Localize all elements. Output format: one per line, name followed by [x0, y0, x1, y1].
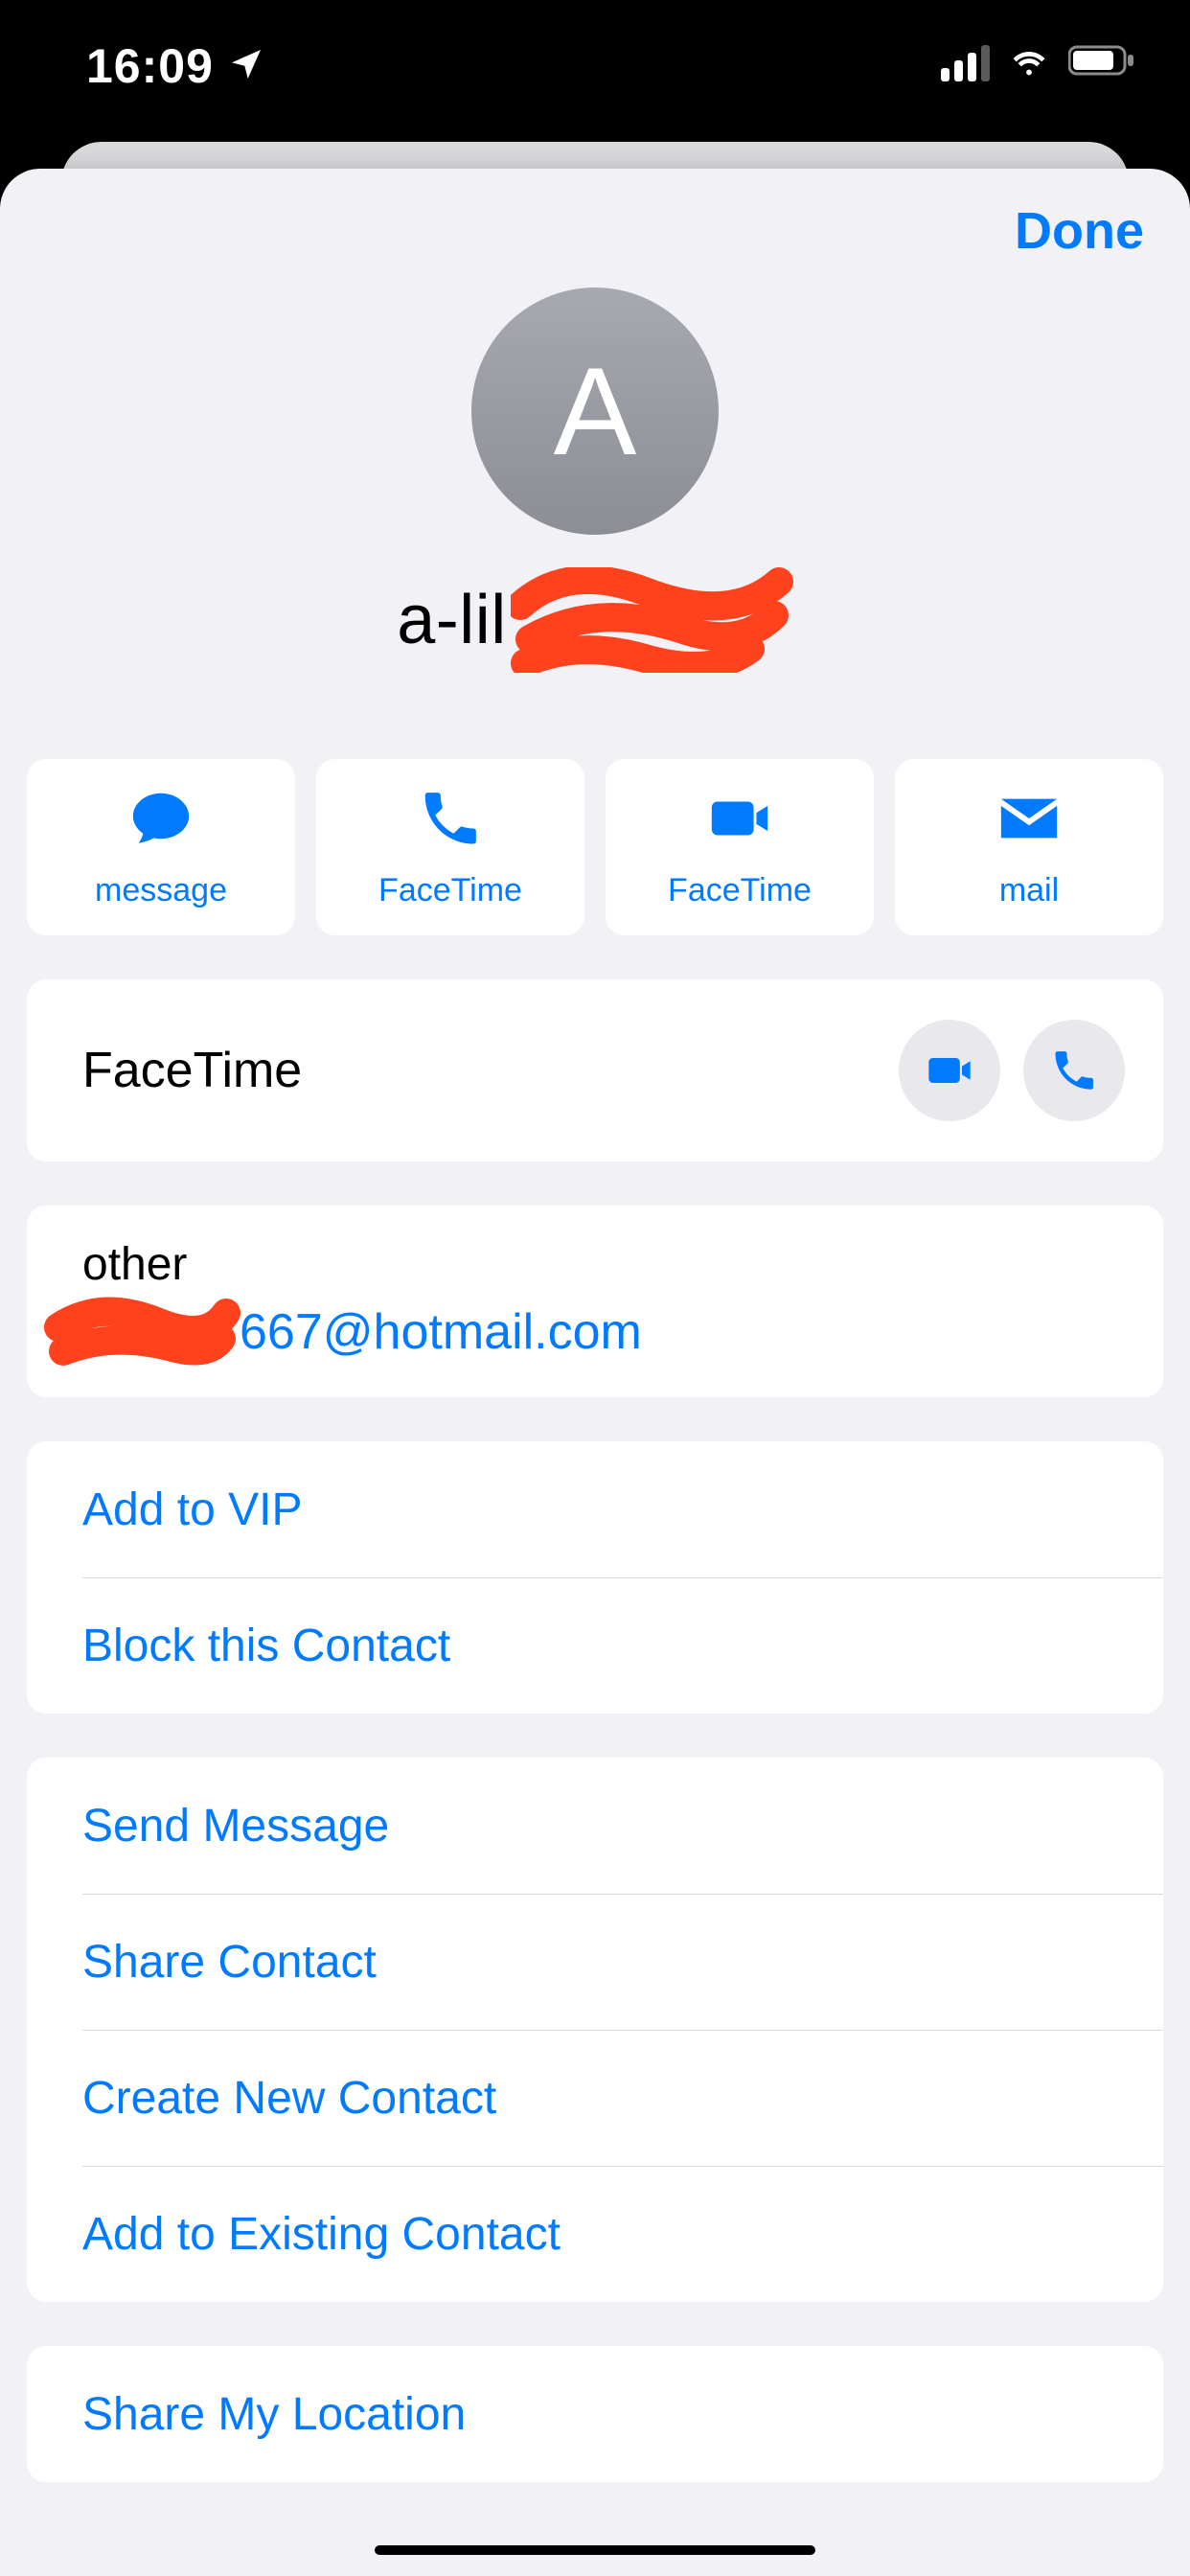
facetime-label: FaceTime	[82, 1042, 302, 1099]
email-redaction	[54, 1299, 236, 1366]
message-label: message	[95, 872, 227, 909]
message-button[interactable]: message	[27, 759, 295, 935]
actions-card: Send Message Share Contact Create New Co…	[27, 1758, 1163, 2302]
mail-label: mail	[999, 872, 1059, 909]
send-message-row[interactable]: Send Message	[27, 1758, 1163, 1894]
avatar-initial: A	[554, 339, 637, 483]
facetime-audio-call-button[interactable]	[1023, 1020, 1125, 1121]
create-new-contact-row[interactable]: Create New Contact	[27, 2030, 1163, 2166]
contact-sheet: Done A a-lil message FaceTime	[0, 169, 1190, 2576]
email-row[interactable]: other 667@hotmail.com	[27, 1206, 1163, 1397]
add-to-vip-row[interactable]: Add to VIP	[27, 1441, 1163, 1577]
facetime-audio-label: FaceTime	[378, 872, 522, 909]
home-indicator[interactable]	[375, 2545, 815, 2555]
status-bar: 16:09	[0, 0, 1190, 134]
name-redaction	[511, 567, 793, 673]
block-contact-row[interactable]: Block this Contact	[27, 1577, 1163, 1714]
mail-button[interactable]: mail	[895, 759, 1163, 935]
email-field-label: other	[82, 1238, 187, 1291]
facetime-row: FaceTime	[27, 979, 1163, 1162]
add-existing-contact-row[interactable]: Add to Existing Contact	[27, 2166, 1163, 2302]
email-card: other 667@hotmail.com	[27, 1206, 1163, 1397]
message-icon	[127, 785, 195, 855]
phone-icon	[417, 785, 484, 855]
sheet-navbar: Done	[0, 169, 1190, 293]
status-time: 16:09	[86, 38, 214, 94]
profile-header: A a-lil	[0, 288, 1190, 673]
done-button[interactable]: Done	[1015, 201, 1144, 261]
wifi-icon	[1007, 38, 1051, 87]
contact-name: a-lil	[397, 581, 507, 659]
video-icon	[706, 785, 773, 855]
share-contact-row[interactable]: Share Contact	[27, 1894, 1163, 2030]
cellular-icon	[941, 45, 990, 81]
location-icon	[227, 45, 265, 88]
facetime-card: FaceTime	[27, 979, 1163, 1162]
vip-block-card: Add to VIP Block this Contact	[27, 1441, 1163, 1714]
email-value-visible: 667@hotmail.com	[240, 1303, 642, 1361]
facetime-audio-button[interactable]: FaceTime	[316, 759, 584, 935]
share-location-row[interactable]: Share My Location	[27, 2346, 1163, 2482]
location-card: Share My Location	[27, 2346, 1163, 2482]
facetime-video-call-button[interactable]	[899, 1020, 1000, 1121]
mail-icon	[995, 785, 1063, 855]
action-tiles: message FaceTime FaceTime mail	[0, 759, 1190, 935]
avatar: A	[471, 288, 719, 535]
facetime-video-label: FaceTime	[668, 872, 812, 909]
facetime-video-button[interactable]: FaceTime	[606, 759, 874, 935]
battery-icon	[1068, 43, 1137, 82]
